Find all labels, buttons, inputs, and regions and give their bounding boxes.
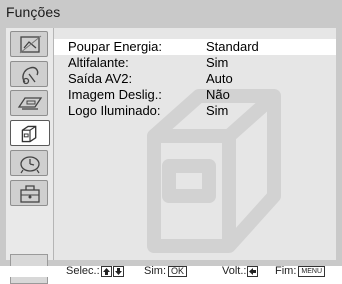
tab-picture[interactable] (10, 31, 48, 57)
hint-exit-label: Fim: (275, 265, 297, 277)
arrow-left-key-icon (247, 266, 259, 277)
features-icon (21, 125, 37, 143)
hint-exit: Fim: MENU (275, 265, 326, 277)
hint-select-label: Selec.: (66, 265, 100, 277)
sidebar (6, 28, 54, 284)
option-label: Saída AV2: (68, 71, 133, 86)
navigation-hints: Selec.: Sim: OK Volt.: Fim: MENU (0, 266, 342, 277)
hint-select: Selec.: (66, 266, 124, 277)
sound-icon (22, 66, 39, 85)
option-value: Não (206, 87, 230, 102)
ok-key-icon: OK (168, 266, 188, 277)
arrow-up-key-icon (100, 266, 112, 277)
hint-back: Volt.: (222, 265, 259, 277)
setup-toolbox-icon (20, 185, 40, 203)
tab-setup[interactable] (10, 180, 48, 206)
tab-features[interactable] (10, 120, 50, 146)
options-panel: Poupar Energia: Standard Altifalante: Si… (54, 28, 336, 260)
picture-adjust-icon (19, 35, 42, 54)
option-row-picture-off[interactable]: Imagem Deslig.: Não (54, 87, 336, 103)
option-row-speaker[interactable]: Altifalante: Sim (54, 55, 336, 71)
option-value: Standard (206, 39, 259, 54)
menu-title: Funções (6, 4, 61, 20)
tab-screen[interactable] (10, 90, 48, 116)
option-row-av2-output[interactable]: Saída AV2: Auto (54, 71, 336, 87)
option-label: Poupar Energia: (68, 39, 162, 54)
option-label: Imagem Deslig.: (68, 87, 162, 102)
hint-enter-label: Sim: (144, 265, 166, 277)
tab-sound[interactable] (10, 61, 48, 87)
option-value: Sim (206, 55, 229, 70)
hint-enter: Sim: OK (144, 265, 188, 277)
hint-back-label: Volt.: (222, 265, 247, 277)
screen-control-icon (17, 97, 43, 110)
tab-timer[interactable] (10, 150, 48, 176)
option-value: Auto (206, 71, 233, 86)
option-label: Logo Iluminado: (68, 103, 161, 118)
timer-icon (20, 156, 40, 174)
option-label: Altifalante: (68, 55, 129, 70)
menu-key-icon: MENU (298, 266, 326, 277)
menu-frame: Funções Poupar Energia: Standard Altifal… (0, 0, 342, 284)
arrow-down-key-icon (112, 266, 124, 277)
option-value: Sim (206, 103, 229, 118)
option-row-power-saving[interactable]: Poupar Energia: Standard (54, 39, 336, 55)
option-row-illuminated-logo[interactable]: Logo Iluminado: Sim (54, 103, 336, 119)
